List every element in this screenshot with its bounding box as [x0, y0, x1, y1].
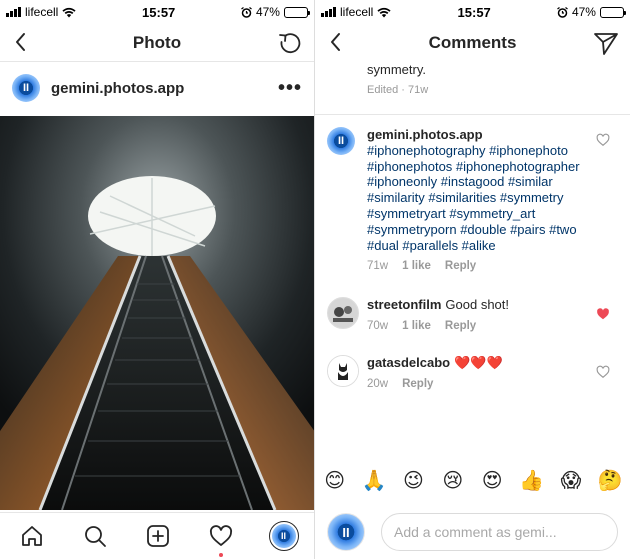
- like-heart-icon[interactable]: [596, 365, 610, 379]
- comment-meta: 20w Reply: [367, 377, 602, 393]
- comment-likes[interactable]: 1 like: [402, 319, 431, 335]
- profile-avatar-glyph: II: [280, 531, 286, 541]
- comment-composer: II: [315, 508, 630, 556]
- comments-screen: lifecell 15:57 47% Comments symmetry. Ed…: [315, 0, 630, 559]
- avatar[interactable]: II: [12, 74, 40, 102]
- emoji-cry-button[interactable]: 😢: [440, 468, 466, 492]
- tab-profile[interactable]: II: [268, 521, 299, 551]
- signal-icon: [6, 7, 21, 17]
- battery-percent: 47%: [571, 5, 596, 19]
- comment-username[interactable]: gemini.photos.app: [367, 127, 483, 142]
- comment-age: 71w: [367, 260, 389, 273]
- comment-input[interactable]: [381, 513, 618, 551]
- activity-notification-dot: [218, 553, 223, 557]
- profile-icon: II: [268, 521, 299, 551]
- home-icon: [21, 526, 42, 546]
- comment-body: streetonfilm Good shot! 70w 1 like Reply: [367, 297, 602, 335]
- post-header: II gemini.photos.app •••: [0, 62, 314, 114]
- alarm-icon: [241, 6, 252, 18]
- wifi-icon: [62, 7, 76, 17]
- comment-username[interactable]: gatasdelcabo: [367, 355, 450, 370]
- reply-button[interactable]: Reply: [402, 377, 433, 393]
- profile-avatar: II: [271, 524, 296, 548]
- comment-item: streetonfilm Good shot! 70w 1 like Reply: [315, 297, 630, 335]
- comment-meta: 71w 1 like Reply: [367, 259, 602, 275]
- clock: 15:57: [457, 4, 491, 20]
- page-title: Comments: [428, 33, 517, 52]
- comment-age: 70w: [367, 319, 389, 332]
- comment-avatar[interactable]: [327, 297, 359, 330]
- avatar: [327, 297, 359, 330]
- comment-username[interactable]: streetonfilm: [367, 297, 441, 312]
- new-post-icon: [146, 525, 169, 547]
- emoji-thumbs-up-button[interactable]: 👍: [519, 468, 545, 492]
- status-bar-right: lifecell 15:57 47%: [315, 0, 630, 24]
- signal-icon: [321, 7, 336, 17]
- comment-text: ❤️❤️❤️: [454, 354, 503, 370]
- send-direct-icon[interactable]: [592, 29, 620, 57]
- emoji-thinking-button[interactable]: 🤔: [597, 468, 623, 492]
- post-photo[interactable]: [0, 116, 314, 510]
- emoji-wink-button[interactable]: 😉: [400, 468, 426, 492]
- refresh-icon[interactable]: [276, 29, 304, 57]
- tab-activity[interactable]: [206, 521, 236, 557]
- carrier-label: lifecell: [340, 5, 374, 19]
- current-user-avatar-glyph: II: [342, 524, 350, 540]
- battery-percent: 47%: [255, 5, 280, 19]
- clock: 15:57: [142, 4, 176, 20]
- cat-avatar-icon: [328, 355, 358, 386]
- comments-navbar: Comments: [315, 24, 630, 62]
- comment-meta: 70w 1 like Reply: [367, 319, 602, 335]
- wifi-icon: [377, 7, 391, 17]
- more-options-icon[interactable]: •••: [278, 78, 302, 98]
- comment-age: 20w: [367, 377, 389, 390]
- previous-comment-tail: symmetry.: [367, 62, 426, 77]
- comments-list[interactable]: symmetry. Edited · 71w II gemini.photos.…: [315, 62, 630, 457]
- battery-icon: [599, 6, 626, 18]
- photo-navbar: Photo: [0, 24, 314, 62]
- tab-home[interactable]: [17, 521, 47, 551]
- tab-new-post[interactable]: [143, 521, 173, 551]
- avatar-glyph: II: [22, 82, 30, 94]
- comment-item: gatasdelcabo ❤️❤️❤️ 20w Reply: [315, 354, 630, 393]
- avatar: II: [327, 127, 355, 155]
- emoji-pray-button[interactable]: 🙏: [361, 468, 387, 492]
- current-user-avatar: II: [327, 513, 365, 551]
- emoji-heart-eyes-button[interactable]: 😍: [479, 468, 505, 492]
- back-arrow-icon[interactable]: [10, 30, 34, 54]
- avatar: [327, 354, 359, 387]
- search-icon: [84, 526, 106, 547]
- like-heart-icon[interactable]: [596, 133, 610, 147]
- page-title: Photo: [132, 32, 182, 52]
- status-bar: lifecell 15:57 47%: [0, 0, 314, 24]
- escalator-tunnel-image: [0, 116, 314, 510]
- comment-item: II gemini.photos.app #iphonephotography …: [315, 127, 630, 275]
- reply-button[interactable]: Reply: [445, 259, 476, 275]
- back-arrow-icon[interactable]: [325, 30, 349, 54]
- film-camera-avatar-icon: [328, 298, 358, 329]
- activity-heart-icon: [209, 525, 232, 546]
- carrier-label: lifecell: [25, 5, 59, 19]
- bottom-tab-bar: II: [0, 512, 314, 559]
- comment-body: gemini.photos.app #iphonephotography #ip…: [367, 127, 602, 275]
- comment-text: Good shot!: [445, 297, 510, 313]
- emoji-smile-button[interactable]: 😊: [322, 468, 348, 492]
- comment-likes[interactable]: 1 like: [402, 259, 431, 275]
- alarm-icon: [557, 6, 568, 18]
- emoji-scream-button[interactable]: 😱: [558, 468, 584, 492]
- avatar-glyph: II: [337, 135, 345, 147]
- liked-heart-icon[interactable]: [596, 307, 610, 321]
- quick-emoji-bar: 😊 🙏 😉 😢 😍 👍 😱 🤔: [315, 465, 630, 495]
- tab-search[interactable]: [80, 521, 110, 551]
- post-username[interactable]: gemini.photos.app: [51, 80, 184, 97]
- comment-hashtags[interactable]: #iphonephotography #iphonephoto #iphonep…: [367, 143, 580, 253]
- divider: [315, 114, 630, 115]
- previous-comment-meta: Edited · 71w: [367, 84, 429, 96]
- photo-screen: lifecell 15:57 47% Photo II gemini.photo…: [0, 0, 315, 559]
- comment-body: gatasdelcabo ❤️❤️❤️ 20w Reply: [367, 355, 602, 393]
- battery-icon: [283, 6, 310, 18]
- reply-button[interactable]: Reply: [445, 319, 476, 335]
- comment-avatar[interactable]: [327, 354, 359, 387]
- comment-avatar[interactable]: II: [327, 127, 359, 159]
